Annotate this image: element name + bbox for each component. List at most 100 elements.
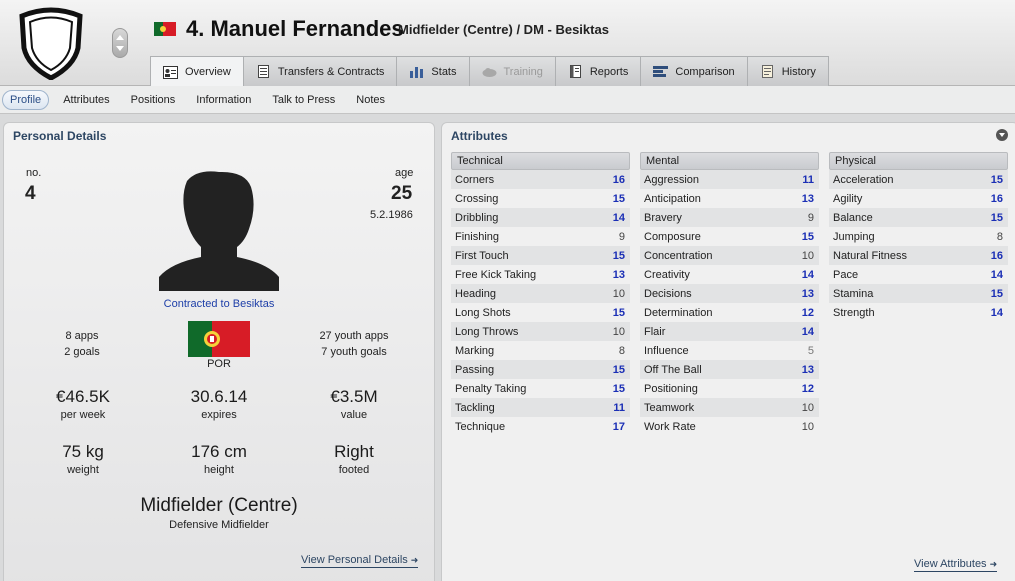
attribute-row[interactable]: Free Kick Taking 13 — [451, 265, 630, 284]
tab-training[interactable]: Training — [468, 56, 556, 86]
wage: €46.5K — [56, 387, 110, 406]
player-scroll-buttons[interactable] — [112, 28, 128, 58]
tab-overview[interactable]: Overview — [150, 56, 244, 87]
attribute-name: Flair — [644, 325, 666, 338]
attribute-row[interactable]: Heading 10 — [451, 284, 630, 303]
attribute-row[interactable]: Concentration 10 — [640, 246, 819, 265]
subnav-notes[interactable]: Notes — [349, 91, 392, 109]
attribute-row[interactable]: Bravery 9 — [640, 208, 819, 227]
attribute-row[interactable]: Corners 16 — [451, 170, 630, 189]
attribute-name: Anticipation — [644, 192, 701, 205]
subnav-positions[interactable]: Positions — [124, 91, 183, 109]
view-personal-details-link[interactable]: View Personal Details ➜ — [301, 554, 419, 568]
attribute-row[interactable]: Technique 17 — [451, 417, 630, 436]
attribute-row[interactable]: Long Shots 15 — [451, 303, 630, 322]
attribute-row[interactable]: Crossing 15 — [451, 189, 630, 208]
attribute-row[interactable]: Jumping 8 — [829, 227, 1008, 246]
tab-transfers-contracts[interactable]: Transfers & Contracts — [242, 56, 398, 86]
physical-attributes: Physical Acceleration 15 Agility 16 Balance 1… — [829, 152, 1008, 322]
technical-attributes: Technical Corners 16 Crossing 15 Dribbling 14… — [451, 152, 630, 436]
tab-history[interactable]: History — [746, 56, 829, 86]
height: 176 cm — [191, 442, 247, 461]
attribute-row[interactable]: Penalty Taking 15 — [451, 379, 630, 398]
player-header: 4. Manuel Fernandes Midfielder (Centre) … — [0, 0, 1015, 87]
tab-reports[interactable]: Reports — [554, 56, 642, 86]
attribute-row[interactable]: Passing 15 — [451, 360, 630, 379]
attribute-name: Free Kick Taking — [455, 268, 537, 281]
attribute-row[interactable]: Composure 15 — [640, 227, 819, 246]
attribute-row[interactable]: Positioning 12 — [640, 379, 819, 398]
panel-menu-dropdown-icon[interactable] — [996, 129, 1008, 141]
attribute-name: Tackling — [455, 401, 495, 414]
subnav-information[interactable]: Information — [189, 91, 258, 109]
attribute-value: 8 — [618, 344, 625, 357]
attribute-row[interactable]: First Touch 15 — [451, 246, 630, 265]
attribute-value: 8 — [996, 230, 1003, 243]
attribute-value: 9 — [807, 211, 814, 224]
wage-label: per week — [60, 409, 106, 421]
tab-stats[interactable]: Stats — [396, 56, 470, 86]
attribute-row[interactable]: Creativity 14 — [640, 265, 819, 284]
youth-goals: 7 youth goals — [321, 346, 387, 358]
attribute-value: 14 — [801, 325, 814, 338]
subnav-talk-to-press[interactable]: Talk to Press — [265, 91, 342, 109]
tab-label: Overview — [185, 66, 231, 78]
attribute-name: Stamina — [833, 287, 874, 300]
attribute-row[interactable]: Tackling 11 — [451, 398, 630, 417]
attribute-name: Penalty Taking — [455, 382, 527, 395]
foot-label: footed — [338, 464, 370, 476]
attribute-row[interactable]: Strength 14 — [829, 303, 1008, 322]
player-position-club[interactable]: Midfielder (Centre) / DM - Besiktas — [398, 22, 609, 37]
arrow-right-icon: ➜ — [989, 559, 998, 569]
attribute-row[interactable]: Pace 14 — [829, 265, 1008, 284]
attribute-row[interactable]: Long Throws 10 — [451, 322, 630, 341]
attribute-value: 14 — [990, 306, 1003, 319]
link-label: View Attributes — [914, 558, 987, 570]
attribute-value: 15 — [990, 287, 1003, 300]
attribute-row[interactable]: Dribbling 14 — [451, 208, 630, 227]
arrow-right-icon: ➜ — [410, 555, 419, 565]
attribute-row[interactable]: Flair 14 — [640, 322, 819, 341]
weight: 75 kg — [62, 442, 104, 461]
attribute-row[interactable]: Aggression 11 — [640, 170, 819, 189]
attribute-row[interactable]: Stamina 15 — [829, 284, 1008, 303]
attribute-row[interactable]: Anticipation 13 — [640, 189, 819, 208]
contract-club-link[interactable]: Contracted to Besiktas — [4, 298, 434, 310]
attribute-value: 10 — [801, 249, 814, 262]
subnav-attributes[interactable]: Attributes — [56, 91, 116, 109]
attribute-row[interactable]: Off The Ball 13 — [640, 360, 819, 379]
attribute-row[interactable]: Work Rate 10 — [640, 417, 819, 436]
date-of-birth: 5.2.1986 — [370, 209, 413, 221]
attribute-value: 14 — [990, 268, 1003, 281]
bar-chart-icon — [410, 67, 424, 78]
attribute-name: Influence — [644, 344, 689, 357]
scroll-down-icon[interactable] — [116, 46, 124, 51]
attribute-value: 16 — [612, 173, 625, 186]
mental-attributes: Mental Aggression 11 Anticipation 13 Bravery… — [640, 152, 819, 436]
attribute-name: Balance — [833, 211, 873, 224]
attribute-row[interactable]: Influence 5 — [640, 341, 819, 360]
view-attributes-link[interactable]: View Attributes ➜ — [914, 558, 998, 572]
attribute-name: Corners — [455, 173, 495, 186]
attribute-row[interactable]: Agility 16 — [829, 189, 1008, 208]
attribute-row[interactable]: Decisions 13 — [640, 284, 819, 303]
scroll-up-icon[interactable] — [116, 35, 124, 40]
attribute-row[interactable]: Teamwork 10 — [640, 398, 819, 417]
attribute-name: Natural Fitness — [833, 249, 907, 262]
attribute-row[interactable]: Balance 15 — [829, 208, 1008, 227]
attribute-row[interactable]: Natural Fitness 16 — [829, 246, 1008, 265]
attribute-value: 15 — [612, 192, 625, 205]
subnav-profile[interactable]: Profile — [2, 89, 50, 110]
attribute-row[interactable]: Acceleration 15 — [829, 170, 1008, 189]
nation-code: POR — [207, 358, 231, 370]
attribute-name: Technique — [455, 420, 506, 433]
attribute-name: Jumping — [833, 230, 875, 243]
attribute-value: 15 — [612, 382, 625, 395]
tab-comparison[interactable]: Comparison — [640, 56, 748, 86]
attribute-row[interactable]: Marking 8 — [451, 341, 630, 360]
attribute-name: Work Rate — [644, 420, 696, 433]
attribute-row[interactable]: Determination 12 — [640, 303, 819, 322]
attribute-row[interactable]: Finishing 9 — [451, 227, 630, 246]
attribute-value: 13 — [801, 287, 814, 300]
attribute-name: Strength — [833, 306, 875, 319]
